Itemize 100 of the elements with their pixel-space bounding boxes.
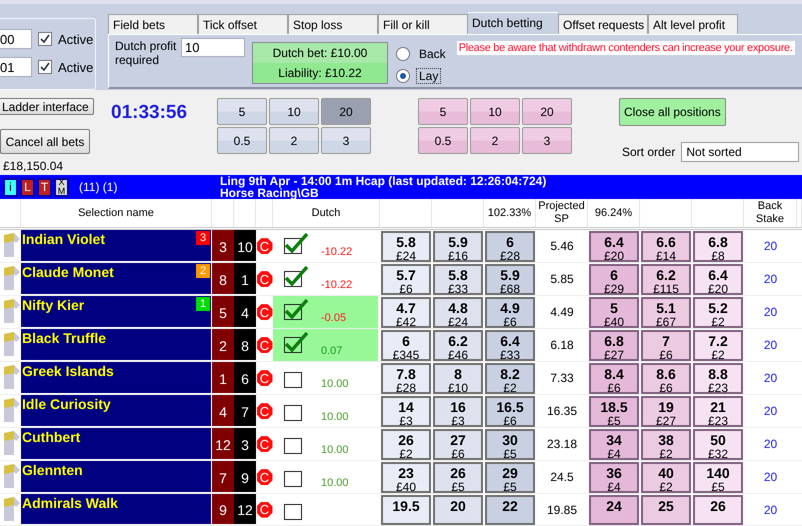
back-price-button[interactable]: 8.2 £2 [485, 363, 535, 394]
status-icon[interactable]: C [256, 271, 272, 288]
back-price-button[interactable]: 29 £5 [485, 462, 535, 494]
market-button[interactable]: XM [54, 178, 69, 197]
stake-button[interactable]: 2 [269, 127, 319, 154]
stake-button[interactable]: 3 [522, 127, 572, 154]
lay-price-button[interactable]: 8.6 £6 [641, 363, 691, 394]
tab[interactable]: Offset requests [558, 14, 648, 34]
stake-button[interactable]: 20 [522, 98, 572, 125]
stake-button[interactable]: 3 [321, 127, 371, 154]
lay-price-button[interactable]: 25 [641, 495, 691, 525]
lay-price-button[interactable]: 5.2 £2 [693, 297, 743, 328]
stake-button[interactable]: 20 [321, 98, 371, 125]
dutch-checkbox[interactable] [283, 264, 309, 288]
lay-price-button[interactable]: 36 £4 [589, 462, 639, 494]
back-price-button[interactable]: 4.7 £42 [381, 297, 431, 328]
status-icon[interactable]: C [256, 502, 272, 518]
active-checkbox[interactable] [38, 60, 52, 74]
tab[interactable]: Fill or kill [378, 14, 468, 34]
lay-price-button[interactable]: 5.1 £67 [641, 297, 691, 328]
sort-select[interactable]: Not sorted [681, 142, 800, 162]
selection-name[interactable]: Cuthbert [21, 428, 212, 460]
stake-button[interactable]: 5 [217, 98, 267, 125]
back-price-button[interactable]: 5.7 £6 [381, 264, 431, 296]
status-icon[interactable]: C [256, 436, 272, 452]
stake-button[interactable]: 10 [269, 98, 319, 125]
selection-name[interactable]: Nifty Kier 1 [21, 296, 212, 328]
lay-price-button[interactable]: 6.8 £8 [693, 231, 743, 262]
lay-price-button[interactable]: 19 £27 [641, 396, 691, 428]
selection-name[interactable]: Indian Violet 3 [21, 230, 212, 262]
status-icon[interactable]: C [256, 337, 272, 354]
market-button[interactable]: i [3, 178, 18, 197]
status-icon[interactable]: C [256, 370, 272, 386]
stake-button[interactable]: 0.5 [418, 127, 468, 154]
back-price-button[interactable]: 6.2 £46 [433, 330, 483, 362]
back-price-button[interactable]: 5.9 £68 [485, 264, 535, 296]
lay-price-button[interactable]: 6.8 £27 [589, 330, 639, 362]
status-icon[interactable]: C [256, 469, 272, 486]
profit-field[interactable]: 10 [181, 38, 245, 57]
back-price-button[interactable]: 6 £28 [485, 231, 535, 262]
back-price-button[interactable]: 20 [433, 495, 483, 525]
active-checkbox[interactable] [38, 32, 52, 46]
lay-price-button[interactable]: 140 £5 [693, 462, 743, 494]
cancel-button[interactable]: Cancel all bets [0, 129, 90, 154]
lay-price-button[interactable]: 50 £32 [693, 429, 743, 460]
back-price-button[interactable]: 23 £40 [381, 462, 431, 494]
back-price-button[interactable]: 16.5 £6 [485, 396, 535, 428]
selection-name[interactable]: Greek Islands [21, 362, 212, 394]
selection-name[interactable]: Glennten [21, 461, 212, 494]
lay-price-button[interactable]: 6 £29 [589, 264, 639, 296]
lay-price-button[interactable]: 7 £6 [641, 330, 691, 362]
lay-price-button[interactable]: 6.4 £20 [693, 264, 743, 296]
market-button[interactable]: T [37, 178, 52, 197]
lay-price-button[interactable]: 6.4 £20 [589, 231, 639, 262]
dutch-checkbox[interactable] [283, 330, 309, 354]
stake-button[interactable]: 5 [418, 98, 468, 125]
status-icon[interactable]: C [256, 238, 272, 254]
lay-price-button[interactable]: 40 £2 [641, 462, 691, 494]
lay-price-button[interactable]: 6.6 £14 [641, 231, 691, 262]
lay-price-button[interactable]: 5 £40 [589, 297, 639, 328]
selection-name[interactable]: Black Truffle [21, 329, 212, 362]
back-price-button[interactable]: 7.8 £28 [381, 363, 431, 394]
back-price-button[interactable]: 30 £5 [485, 429, 535, 460]
back-price-button[interactable]: 16 £3 [433, 396, 483, 428]
back-price-button[interactable]: 4.9 £6 [485, 297, 535, 328]
back-price-button[interactable]: 5.8 £24 [381, 231, 431, 262]
lay-price-button[interactable]: 38 £2 [641, 429, 691, 460]
lay-price-button[interactable]: 24 [589, 495, 639, 525]
status-icon[interactable]: C [256, 304, 272, 320]
lay-price-button[interactable]: 34 £4 [589, 429, 639, 460]
market-button[interactable]: L [20, 178, 35, 197]
dutch-checkbox[interactable] [283, 297, 309, 322]
lay-price-button[interactable]: 8.8 £23 [693, 363, 743, 394]
ladder-button[interactable]: Ladder interface [0, 98, 94, 115]
close-positions-button[interactable]: Close all positions [619, 98, 726, 126]
status-icon[interactable]: C [256, 403, 272, 420]
selection-name[interactable]: Idle Curiosity [21, 395, 212, 428]
lay-price-button[interactable]: 7.2 £2 [693, 330, 743, 362]
lay-price-button[interactable]: 26 [693, 495, 743, 525]
dutch-checkbox[interactable] [283, 231, 309, 256]
stake-button[interactable]: 0.5 [217, 127, 267, 154]
back-price-button[interactable]: 22 [485, 495, 535, 525]
tab[interactable]: Stop loss [288, 14, 378, 34]
selection-name[interactable]: Admirals Walk [21, 494, 212, 525]
value-field[interactable]: 00 [0, 29, 32, 49]
stake-button[interactable]: 10 [470, 98, 520, 125]
tab[interactable]: Tick offset [198, 14, 288, 34]
radio-label[interactable]: Lay [416, 68, 442, 84]
back-price-button[interactable]: 8 £10 [433, 363, 483, 394]
selection-name[interactable]: Claude Monet 2 [21, 263, 212, 296]
tab[interactable]: Field bets [108, 14, 198, 34]
back-price-button[interactable]: 6.4 £33 [485, 330, 535, 362]
radio-button[interactable] [396, 69, 410, 83]
back-price-button[interactable]: 27 £6 [433, 429, 483, 460]
lay-price-button[interactable]: 6.2 £115 [641, 264, 691, 296]
back-price-button[interactable]: 5.9 £16 [433, 231, 483, 262]
back-price-button[interactable]: 6 £345 [381, 330, 431, 362]
back-price-button[interactable]: 5.8 £33 [433, 264, 483, 296]
back-price-button[interactable]: 14 £3 [381, 396, 431, 428]
back-price-button[interactable]: 26 £5 [433, 462, 483, 494]
